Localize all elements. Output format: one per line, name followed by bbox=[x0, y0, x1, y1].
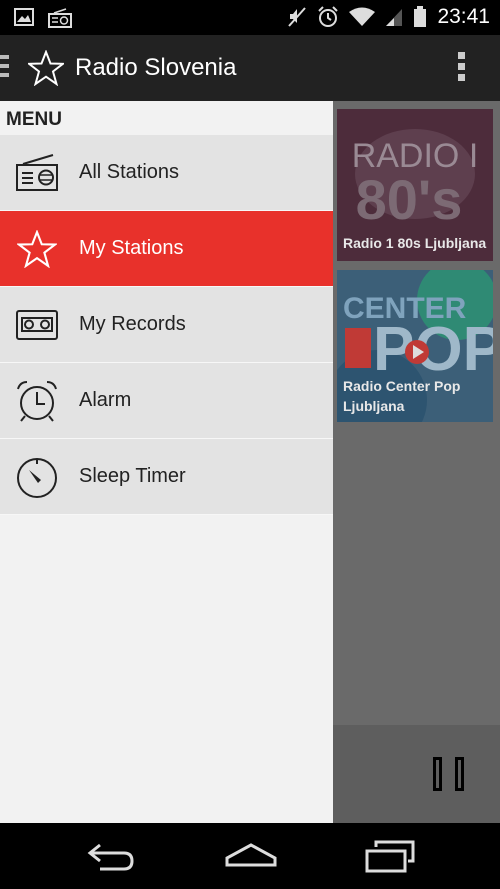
recents-icon[interactable] bbox=[364, 839, 416, 875]
overflow-menu-icon[interactable] bbox=[458, 52, 466, 85]
menu-header: MENU bbox=[6, 109, 62, 130]
menu-item-sleep-timer[interactable]: Sleep Timer bbox=[0, 439, 333, 515]
signal-icon bbox=[386, 9, 403, 26]
menu-item-all-stations[interactable]: All Stations bbox=[0, 135, 333, 211]
alarm-icon bbox=[318, 6, 339, 27]
image-icon bbox=[14, 8, 34, 26]
pause-icon[interactable] bbox=[433, 757, 469, 793]
timer-icon bbox=[15, 455, 59, 499]
cassette-icon bbox=[15, 303, 59, 347]
navigation-bar bbox=[0, 823, 500, 889]
station-card[interactable]: CENTER POP Radio Center Pop Ljubljana bbox=[337, 270, 493, 422]
station-name: Radio Center Pop Ljubljana bbox=[343, 378, 461, 414]
wifi-icon bbox=[349, 7, 376, 26]
menu-item-my-records[interactable]: My Records bbox=[0, 287, 333, 363]
action-bar: Radio Slovenia bbox=[0, 35, 500, 101]
radio-icon bbox=[15, 151, 59, 195]
menu-item-label: All Stations bbox=[79, 161, 180, 183]
menu-item-label: My Stations bbox=[79, 237, 184, 259]
radio-notification-icon bbox=[48, 8, 72, 28]
menu-item-alarm[interactable]: Alarm bbox=[0, 363, 333, 439]
drawer-indicator-icon[interactable] bbox=[0, 55, 10, 82]
menu-item-my-stations[interactable]: My Stations bbox=[0, 211, 333, 287]
svg-text:POP: POP bbox=[373, 315, 493, 384]
status-bar: 23:41 bbox=[0, 0, 500, 35]
menu-item-label: Alarm bbox=[79, 389, 132, 411]
mute-icon bbox=[288, 7, 307, 27]
station-name: Radio 1 80s Ljubljana bbox=[343, 235, 487, 251]
station-card[interactable]: RADIO I 80's Radio 1 80s Ljubljana bbox=[337, 109, 493, 261]
home-icon[interactable] bbox=[224, 839, 278, 873]
menu-item-label: Sleep Timer bbox=[79, 465, 186, 487]
alarm-clock-icon bbox=[15, 379, 59, 423]
battery-icon bbox=[414, 6, 427, 27]
navigation-drawer: MENU All Stations My Stations My Records… bbox=[0, 101, 333, 823]
app-title: Radio Slovenia bbox=[75, 54, 237, 81]
clock: 23:41 bbox=[437, 5, 490, 28]
menu-item-label: My Records bbox=[79, 313, 186, 335]
star-icon[interactable] bbox=[28, 50, 64, 86]
svg-text:80's: 80's bbox=[356, 168, 463, 231]
back-icon[interactable] bbox=[86, 839, 136, 873]
star-icon bbox=[15, 227, 59, 271]
